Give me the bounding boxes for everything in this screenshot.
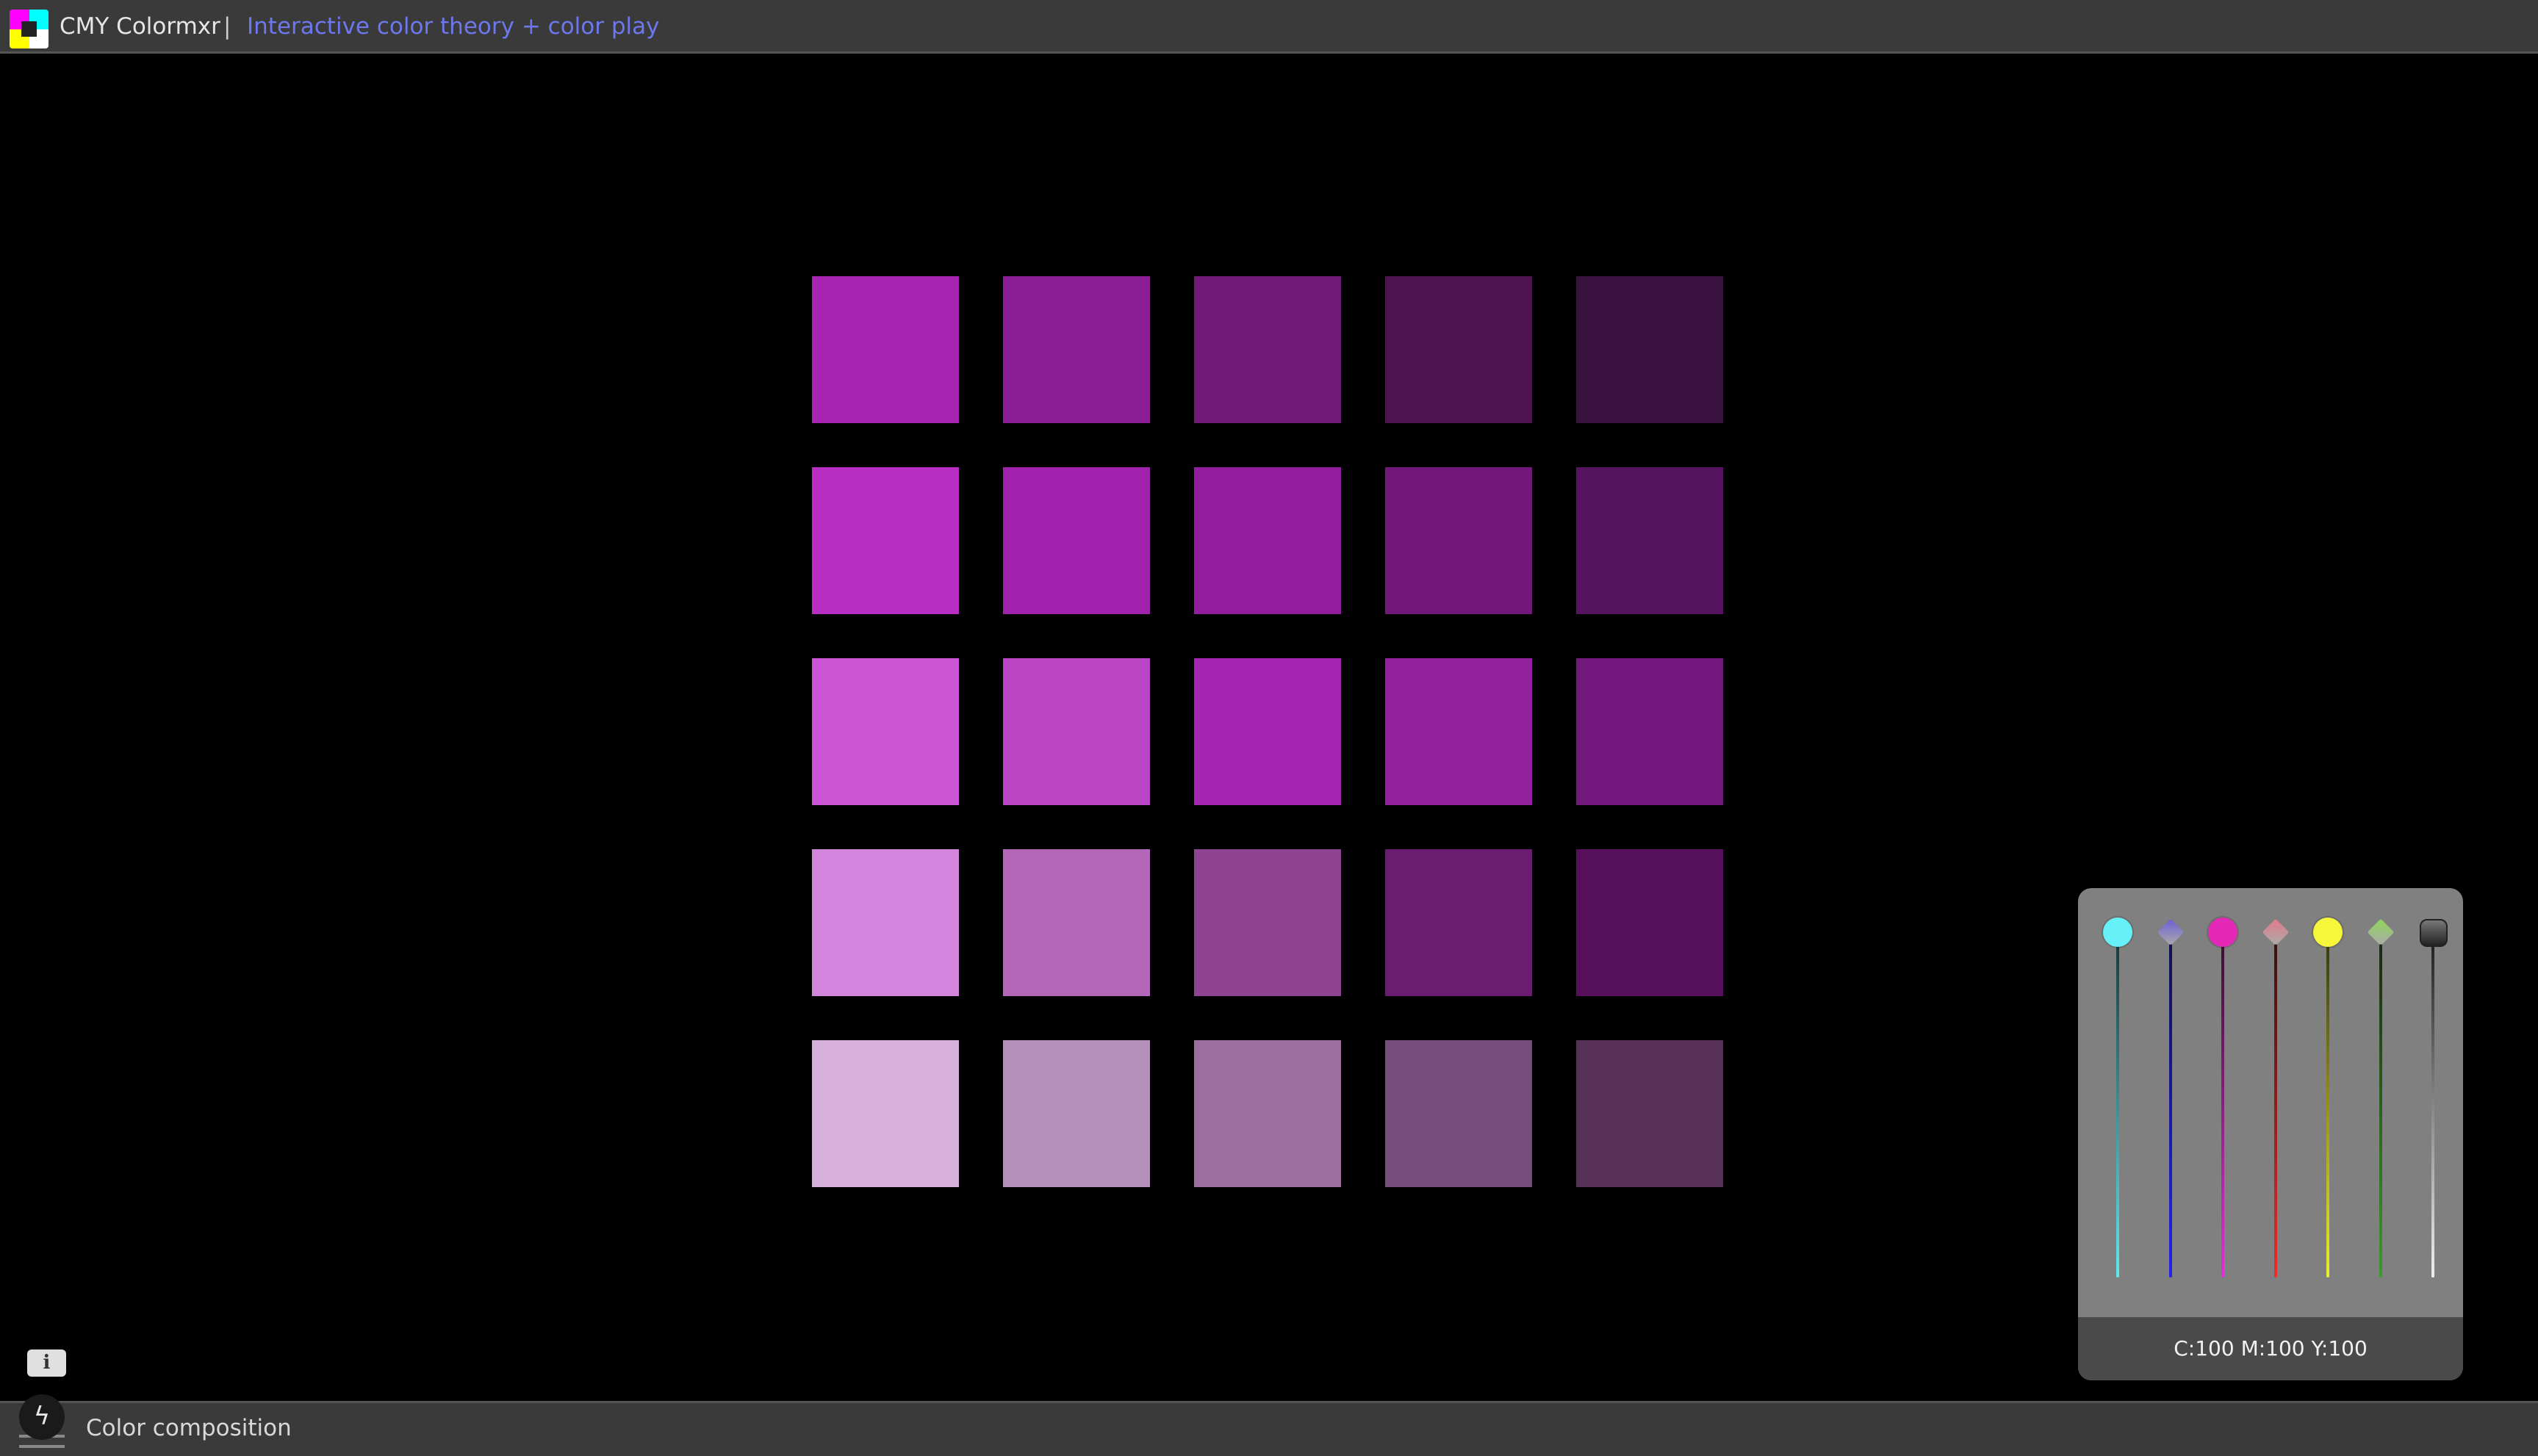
slider-knob-circle-icon[interactable] [2313, 918, 2343, 947]
color-swatch[interactable] [1576, 1040, 1723, 1187]
color-swatch[interactable] [1385, 1040, 1532, 1187]
slider-track[interactable] [2168, 944, 2172, 1277]
color-swatch[interactable] [1194, 658, 1341, 805]
slider-blue[interactable] [2156, 918, 2185, 1285]
color-swatch[interactable] [1385, 276, 1532, 423]
top-bar: CMY Colormxr | Interactive color theory … [0, 0, 2538, 54]
slider-knob-circle-icon[interactable] [2103, 918, 2132, 947]
color-swatch[interactable] [1194, 1040, 1341, 1187]
color-swatch[interactable] [1385, 849, 1532, 996]
slider-knob-square-icon[interactable] [2420, 919, 2448, 947]
color-swatch[interactable] [1194, 467, 1341, 614]
color-swatch[interactable] [1576, 467, 1723, 614]
color-swatch[interactable] [1003, 276, 1150, 423]
app-logo-icon [10, 10, 48, 48]
slider-knob-circle-icon[interactable] [2208, 918, 2237, 947]
slider-knob-diamond-icon[interactable] [2262, 918, 2289, 946]
cmy-readout: C:100 M:100 Y:100 [2078, 1317, 2463, 1380]
slider-yellow[interactable] [2313, 918, 2343, 1285]
slider-magenta[interactable] [2208, 918, 2237, 1285]
color-swatch[interactable] [1576, 276, 1723, 423]
slider-knob-diamond-icon[interactable] [2367, 918, 2394, 946]
slider-cyan[interactable] [2103, 918, 2132, 1285]
color-swatch[interactable] [812, 1040, 959, 1187]
color-swatch[interactable] [1003, 658, 1150, 805]
color-swatch[interactable] [812, 658, 959, 805]
color-swatch[interactable] [1003, 849, 1150, 996]
color-mixer-panel: C:100 M:100 Y:100 [2078, 888, 2463, 1380]
color-swatch[interactable] [812, 849, 959, 996]
color-swatch[interactable] [812, 276, 959, 423]
slider-track[interactable] [2273, 944, 2277, 1277]
color-swatch[interactable] [1385, 467, 1532, 614]
color-swatch[interactable] [1194, 276, 1341, 423]
slider-red[interactable] [2261, 918, 2290, 1285]
slider-track[interactable] [2379, 944, 2382, 1277]
color-swatch[interactable] [1385, 658, 1532, 805]
color-swatch[interactable] [1576, 849, 1723, 996]
slider-track[interactable] [2326, 944, 2329, 1277]
color-swatch[interactable] [1003, 467, 1150, 614]
title-separator: | [223, 13, 231, 40]
slider-track[interactable] [2116, 944, 2119, 1277]
slider-green[interactable] [2366, 918, 2395, 1285]
color-composition-label: Color composition [86, 1415, 292, 1441]
bottom-bar [0, 1401, 2538, 1456]
color-swatch[interactable] [812, 467, 959, 614]
slider-black[interactable] [2418, 918, 2448, 1285]
slider-knob-diamond-icon[interactable] [2157, 918, 2184, 946]
info-button[interactable]: i [27, 1349, 66, 1377]
color-swatch[interactable] [1194, 849, 1341, 996]
slider-track[interactable] [2221, 944, 2224, 1277]
bolt-icon[interactable]: ϟ [19, 1394, 65, 1440]
app-title: CMY Colormxr [60, 13, 220, 40]
swatch-grid [812, 276, 1725, 1189]
color-swatch[interactable] [1003, 1040, 1150, 1187]
color-swatch[interactable] [1576, 658, 1723, 805]
app-subtitle: Interactive color theory + color play [247, 13, 660, 40]
slider-track[interactable] [2431, 944, 2434, 1277]
